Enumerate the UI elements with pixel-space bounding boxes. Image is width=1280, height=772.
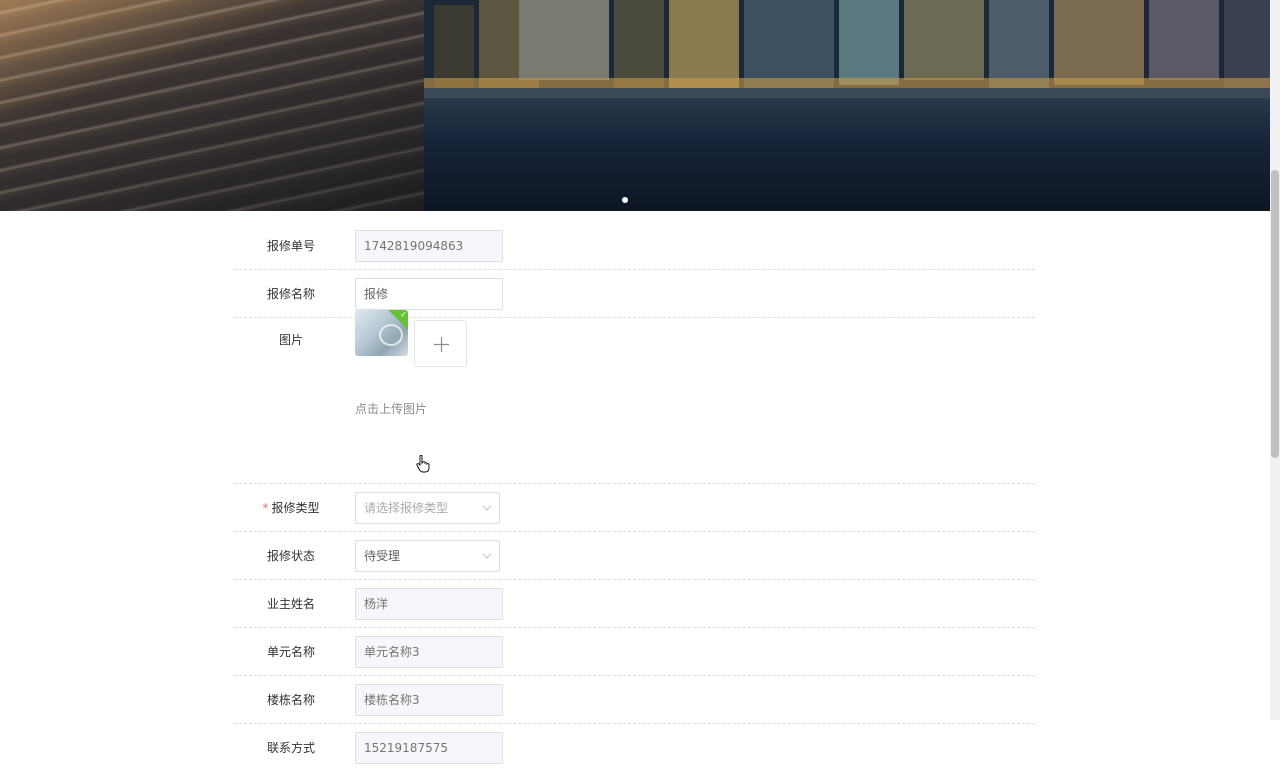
form-row-repair-type: * 报修类型 请选择报修类型 <box>234 484 1035 532</box>
form-row-owner-name: 业主姓名 杨洋 <box>234 580 1035 628</box>
contact-field[interactable]: 15219187575 <box>355 732 503 764</box>
building-name-label: 楼栋名称 <box>266 693 315 707</box>
repair-type-label: * 报修类型 <box>234 484 348 532</box>
page-scrollbar[interactable] <box>1270 0 1280 720</box>
skyline-buildings <box>424 0 1270 100</box>
scrollbar-thumb[interactable] <box>1271 170 1279 458</box>
upload-image-button[interactable] <box>414 320 467 367</box>
banner-skyline-image <box>424 0 1270 211</box>
upload-hint-text: 点击上传图片 <box>355 402 428 416</box>
form-row-repair-status: 报修状态 待受理 <box>234 532 1035 580</box>
form-row-contact: 联系方式 15219187575 <box>234 724 1035 772</box>
form-row-image: 图片 ✓ 点击上传图片 <box>234 310 1035 484</box>
repair-status-value: 待受理 <box>364 549 401 563</box>
repair-status-select[interactable]: 待受理 <box>355 540 500 572</box>
repair-type-placeholder: 请选择报修类型 <box>364 501 449 515</box>
uploaded-image-thumbnail[interactable]: ✓ <box>355 310 408 356</box>
repair-name-field[interactable]: 报修 <box>355 278 503 310</box>
form-row-repair-name: 报修名称 报修 <box>234 270 1035 318</box>
contact-label: 联系方式 <box>266 741 315 755</box>
required-asterisk: * <box>262 501 269 515</box>
carousel-indicator-dot[interactable] <box>622 197 628 203</box>
building-name-field[interactable]: 楼栋名称3 <box>355 684 503 716</box>
form-row-building-name: 楼栋名称 楼栋名称3 <box>234 676 1035 724</box>
repair-name-label: 报修名称 <box>266 287 315 301</box>
repair-type-select[interactable]: 请选择报修类型 <box>355 492 500 524</box>
owner-name-label: 业主姓名 <box>266 597 315 611</box>
plus-icon <box>434 337 449 352</box>
banner-railway-image <box>0 0 424 211</box>
unit-name-label: 单元名称 <box>266 645 315 659</box>
repair-no-field[interactable]: 1742819094863 <box>355 230 503 262</box>
form-row-repair-no: 报修单号 1742819094863 <box>234 222 1035 270</box>
chevron-down-icon <box>482 505 492 511</box>
form-row-unit-name: 单元名称 单元名称3 <box>234 628 1035 676</box>
repair-form: 报修单号 1742819094863 报修名称 报修 图片 ✓ 点击上传图片 *… <box>234 222 1035 772</box>
check-icon: ✓ <box>400 310 407 319</box>
image-label: 图片 <box>278 333 303 347</box>
banner-carousel[interactable] <box>0 0 1270 211</box>
hand-cursor-icon <box>416 455 430 473</box>
repair-no-label: 报修单号 <box>266 239 315 253</box>
harbor-water <box>424 98 1270 211</box>
chevron-down-icon <box>482 553 492 559</box>
owner-name-field[interactable]: 杨洋 <box>355 588 503 620</box>
unit-name-field[interactable]: 单元名称3 <box>355 636 503 668</box>
repair-status-label: 报修状态 <box>266 549 315 563</box>
repair-type-label-text: 报修类型 <box>271 501 320 515</box>
thumbnail-image-content <box>379 324 403 346</box>
